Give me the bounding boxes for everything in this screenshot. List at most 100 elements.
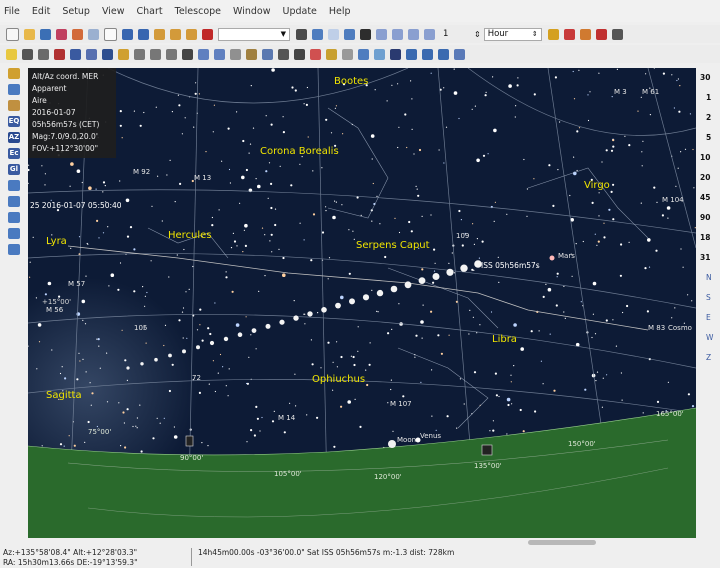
menu-update[interactable]: Update <box>282 6 316 17</box>
view-east-button[interactable]: E <box>700 308 720 328</box>
play-icon[interactable] <box>408 28 419 40</box>
circle-grid-icon[interactable] <box>230 48 241 60</box>
chart-info-panel: Alt/Az coord. MER Apparent Aire 2016-01-… <box>28 68 116 158</box>
search-combo[interactable]: ▼ <box>218 27 290 41</box>
zoom-in-icon[interactable] <box>154 28 165 40</box>
mirror-icon[interactable] <box>8 196 20 207</box>
constellation-icon[interactable] <box>182 48 193 60</box>
dss-icon[interactable] <box>86 48 97 60</box>
sky-chart-canvas[interactable]: Bootes Corona Borealis Virgo Hercules Se… <box>28 68 696 538</box>
fov-button-31[interactable]: 31 <box>700 248 720 268</box>
flip-icon[interactable] <box>406 48 417 60</box>
crosshair-icon[interactable] <box>563 28 575 40</box>
stars-icon[interactable] <box>294 48 305 60</box>
redo-icon[interactable] <box>138 28 149 40</box>
copy-icon[interactable] <box>88 28 99 40</box>
pin-icon[interactable] <box>54 48 65 60</box>
menu-telescope[interactable]: Telescope <box>175 6 221 17</box>
sky-chart[interactable]: Bootes Corona Borealis Virgo Hercules Se… <box>28 68 696 538</box>
more-icon[interactable] <box>611 28 623 40</box>
zoom-out-icon[interactable] <box>170 28 181 40</box>
menu-view[interactable]: View <box>102 6 125 17</box>
print-icon[interactable] <box>56 28 67 40</box>
fov-button-30[interactable]: 30 <box>700 68 720 88</box>
cursor-icon[interactable] <box>22 48 33 60</box>
eq-grid-icon[interactable] <box>198 48 209 60</box>
menu-edit[interactable]: Edit <box>32 6 50 17</box>
ecliptic-projection-button[interactable]: Ec <box>8 148 20 159</box>
arrow-up-down-icon[interactable] <box>8 244 20 255</box>
rotate-cw-icon[interactable] <box>8 212 20 223</box>
view-zenith-button[interactable]: Z <box>700 348 720 368</box>
menu-setup[interactable]: Setup <box>62 6 90 17</box>
menu-window[interactable]: Window <box>233 6 270 17</box>
step-back-icon[interactable] <box>376 28 387 40</box>
find-icon[interactable] <box>312 28 323 40</box>
fov-button-1[interactable]: 1 <box>700 88 720 108</box>
highlight-icon[interactable] <box>6 48 17 60</box>
save-icon[interactable] <box>40 28 51 40</box>
label-icon[interactable] <box>38 48 49 60</box>
fov-button-10[interactable]: 10 <box>700 148 720 168</box>
menu-chart[interactable]: Chart <box>137 6 163 17</box>
star-icon[interactable] <box>547 28 559 40</box>
full-screen-icon[interactable] <box>202 28 213 40</box>
calendar-icon[interactable] <box>344 28 355 40</box>
satellite-icon[interactable] <box>454 48 465 60</box>
spin-arrows-icon[interactable]: ⇕ <box>474 30 481 39</box>
arrow-left-right-icon[interactable] <box>8 180 20 191</box>
az-projection-button[interactable]: AZ <box>8 132 20 143</box>
target-icon[interactable] <box>310 48 321 60</box>
scroll-icon[interactable] <box>8 100 20 111</box>
binoculars-icon[interactable] <box>296 28 307 40</box>
database-icon[interactable] <box>102 48 113 60</box>
fov-button-5[interactable]: 5 <box>700 128 720 148</box>
telescope-icon[interactable] <box>579 28 591 40</box>
menu-file[interactable]: File <box>4 6 20 17</box>
view-west-button[interactable]: W <box>700 328 720 348</box>
comet-icon[interactable] <box>150 48 161 60</box>
step-value-field[interactable]: 1 <box>440 28 468 41</box>
view-south-button[interactable]: S <box>700 288 720 308</box>
ecliptic-icon[interactable] <box>342 48 353 60</box>
stop-icon[interactable] <box>392 28 403 40</box>
grid-icon[interactable] <box>328 28 339 40</box>
globe-icon[interactable] <box>8 84 20 95</box>
new-chart-icon[interactable] <box>6 27 19 41</box>
frame-icon[interactable] <box>262 48 273 60</box>
clipboard-icon[interactable] <box>72 28 83 40</box>
anchor-icon[interactable] <box>438 48 449 60</box>
pencil-icon[interactable] <box>326 48 337 60</box>
line-icon[interactable] <box>166 48 177 60</box>
galactic-projection-button[interactable]: Gl <box>8 164 20 175</box>
boundary-icon[interactable] <box>278 48 289 60</box>
undo-icon[interactable] <box>122 28 133 40</box>
eq-projection-button[interactable]: EQ <box>8 116 20 127</box>
horizon-icon[interactable] <box>374 48 385 60</box>
fov-button-45[interactable]: 45 <box>700 188 720 208</box>
fov-button-18[interactable]: 18 <box>700 228 720 248</box>
night-vision-icon[interactable] <box>390 48 401 60</box>
galaxy-icon[interactable] <box>70 48 81 60</box>
stop-sign-icon[interactable] <box>595 28 607 40</box>
rotate-ccw-icon[interactable] <box>8 228 20 239</box>
horizontal-scrollbar[interactable] <box>528 540 596 545</box>
asteroid-icon[interactable] <box>134 48 145 60</box>
az-grid-icon[interactable] <box>214 48 225 60</box>
open-folder-icon[interactable] <box>24 28 35 40</box>
view-north-button[interactable]: N <box>700 268 720 288</box>
zoom-icon[interactable] <box>186 28 197 40</box>
step-unit-select[interactable]: Hour ⇕ <box>483 27 542 41</box>
ruler-icon[interactable] <box>246 48 257 60</box>
fov-button-90[interactable]: 90 <box>700 208 720 228</box>
milky-way-icon[interactable] <box>358 48 369 60</box>
window-icon[interactable] <box>104 27 117 41</box>
film-icon[interactable] <box>360 28 371 40</box>
fov-button-20[interactable]: 20 <box>700 168 720 188</box>
menu-help[interactable]: Help <box>329 6 351 17</box>
fov-button-2[interactable]: 2 <box>700 108 720 128</box>
sun-icon[interactable] <box>8 68 20 79</box>
step-forward-icon[interactable] <box>424 28 435 40</box>
rotate-icon[interactable] <box>422 48 433 60</box>
planet-icon[interactable] <box>118 48 129 60</box>
